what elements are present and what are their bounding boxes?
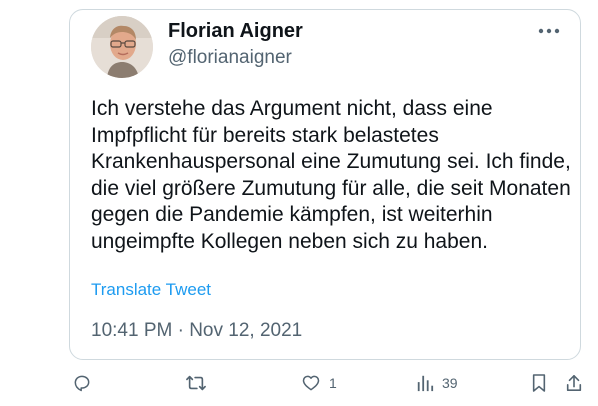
translate-tweet-link[interactable]: Translate Tweet (91, 280, 211, 300)
retweet-icon (186, 375, 206, 391)
like-count: 1 (329, 375, 337, 391)
heart-icon (302, 375, 320, 391)
tweet-card[interactable]: Florian Aigner @florianaigner Ich verste… (69, 9, 581, 360)
share-icon (566, 374, 582, 392)
more-options-icon[interactable] (536, 24, 562, 38)
views-count: 39 (442, 375, 458, 391)
tweet-timestamp[interactable]: 10:41 PM · Nov 12, 2021 (91, 320, 302, 342)
share-button[interactable] (565, 372, 583, 394)
bookmark-button[interactable] (531, 372, 547, 394)
avatar[interactable] (91, 16, 153, 78)
views-icon (417, 375, 434, 392)
views-button[interactable]: 39 (416, 372, 458, 394)
retweet-button[interactable] (185, 372, 207, 394)
reply-button[interactable] (72, 372, 92, 394)
author-handle[interactable]: @florianaigner (168, 47, 292, 69)
avatar-image (91, 16, 153, 78)
reply-icon (74, 375, 90, 392)
like-button[interactable]: 1 (301, 372, 337, 394)
tweet-text: Ich verstehe das Argument nicht, dass ei… (91, 97, 571, 253)
author-name[interactable]: Florian Aigner (168, 20, 303, 43)
bookmark-icon (532, 374, 546, 392)
